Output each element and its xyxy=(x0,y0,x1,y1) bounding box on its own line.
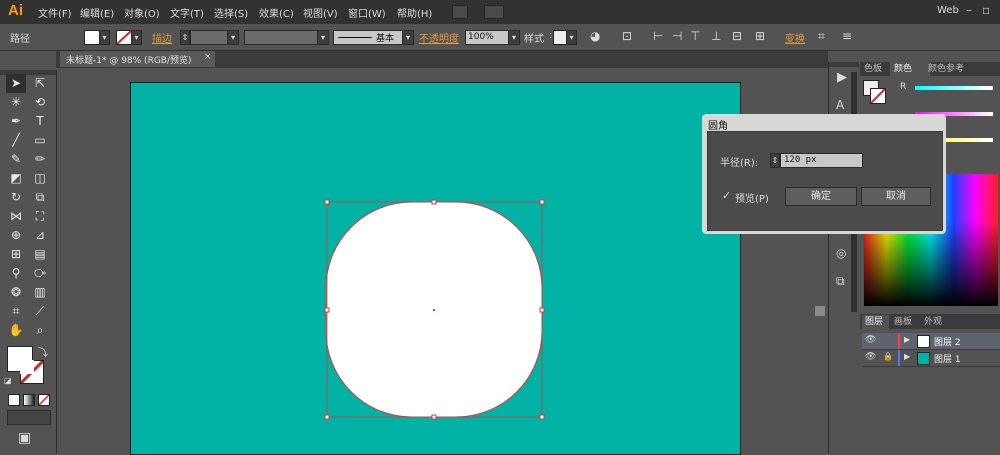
tab-appearance[interactable]: 外观 xyxy=(924,315,942,329)
color-panel-stroke-box[interactable] xyxy=(870,88,886,104)
character-icon[interactable]: A xyxy=(836,98,844,112)
handle-middle-left[interactable] xyxy=(324,307,330,313)
layer-name[interactable]: 图层 1 xyxy=(934,352,961,365)
dialog-title: 圆角 xyxy=(708,121,728,132)
no-stroke-icon xyxy=(870,88,886,104)
layer-row[interactable]: 👁 ▶ 图层 2 xyxy=(862,333,1000,350)
channel-r-label: R xyxy=(900,82,907,92)
scrollbar-thumb[interactable] xyxy=(815,306,825,316)
handle-top-center[interactable] xyxy=(431,199,437,205)
layer-row[interactable]: 👁 🔒 ▶ 图层 1 xyxy=(862,350,1000,367)
tab-layers[interactable]: 图层 xyxy=(862,315,889,329)
preview-checkbox[interactable]: ✓ xyxy=(722,189,731,202)
preview-label[interactable]: 预览(P) xyxy=(735,190,769,205)
tab-color[interactable]: 颜色 xyxy=(890,62,930,76)
handle-bottom-right[interactable] xyxy=(539,414,545,420)
transparency-icon[interactable]: ◎ xyxy=(836,246,846,260)
r-channel-slider[interactable] xyxy=(915,86,993,90)
handle-top-right[interactable] xyxy=(539,199,545,205)
layer-thumbnail xyxy=(917,352,930,365)
handle-top-left[interactable] xyxy=(324,199,330,205)
tab-color-guide[interactable]: 颜色参考 xyxy=(928,62,964,76)
pathfinder-icon[interactable]: ⧉ xyxy=(836,274,845,289)
handle-bottom-left[interactable] xyxy=(324,414,330,420)
lock-icon[interactable]: 🔒 xyxy=(883,352,893,361)
radius-label: 半径(R): xyxy=(720,158,759,169)
handle-middle-right[interactable] xyxy=(539,307,545,313)
tab-artboards[interactable]: 画板 xyxy=(894,315,912,329)
tab-swatches[interactable]: 色板 xyxy=(864,62,882,76)
expand-triangle-icon[interactable]: ▶ xyxy=(904,352,910,361)
visibility-eye-icon[interactable]: 👁 xyxy=(865,335,876,345)
layer-name[interactable]: 图层 2 xyxy=(934,335,961,348)
radius-input[interactable]: 120 px xyxy=(780,153,863,168)
center-point xyxy=(433,309,435,311)
expand-triangle-icon[interactable]: ▶ xyxy=(904,335,910,344)
dialog-body: 半径(R): ⇕ 120 px ✓ 预览(P) 确定 取消 xyxy=(707,131,943,231)
visibility-eye-icon[interactable]: 👁 xyxy=(865,352,876,362)
strip-grip[interactable] xyxy=(829,62,859,67)
round-corners-dialog: 圆角 半径(R): ⇕ 120 px ✓ 预览(P) 确定 取消 xyxy=(702,114,946,234)
handle-bottom-center[interactable] xyxy=(431,414,437,420)
layer-color-bar xyxy=(898,333,900,349)
radius-stepper[interactable]: ⇕ xyxy=(770,153,780,168)
layer-color-bar xyxy=(898,350,900,366)
layer-thumbnail xyxy=(917,335,930,348)
play-icon[interactable]: ▶ xyxy=(837,70,847,85)
ok-button[interactable]: 确定 xyxy=(785,187,857,206)
cancel-button[interactable]: 取消 xyxy=(861,187,931,206)
